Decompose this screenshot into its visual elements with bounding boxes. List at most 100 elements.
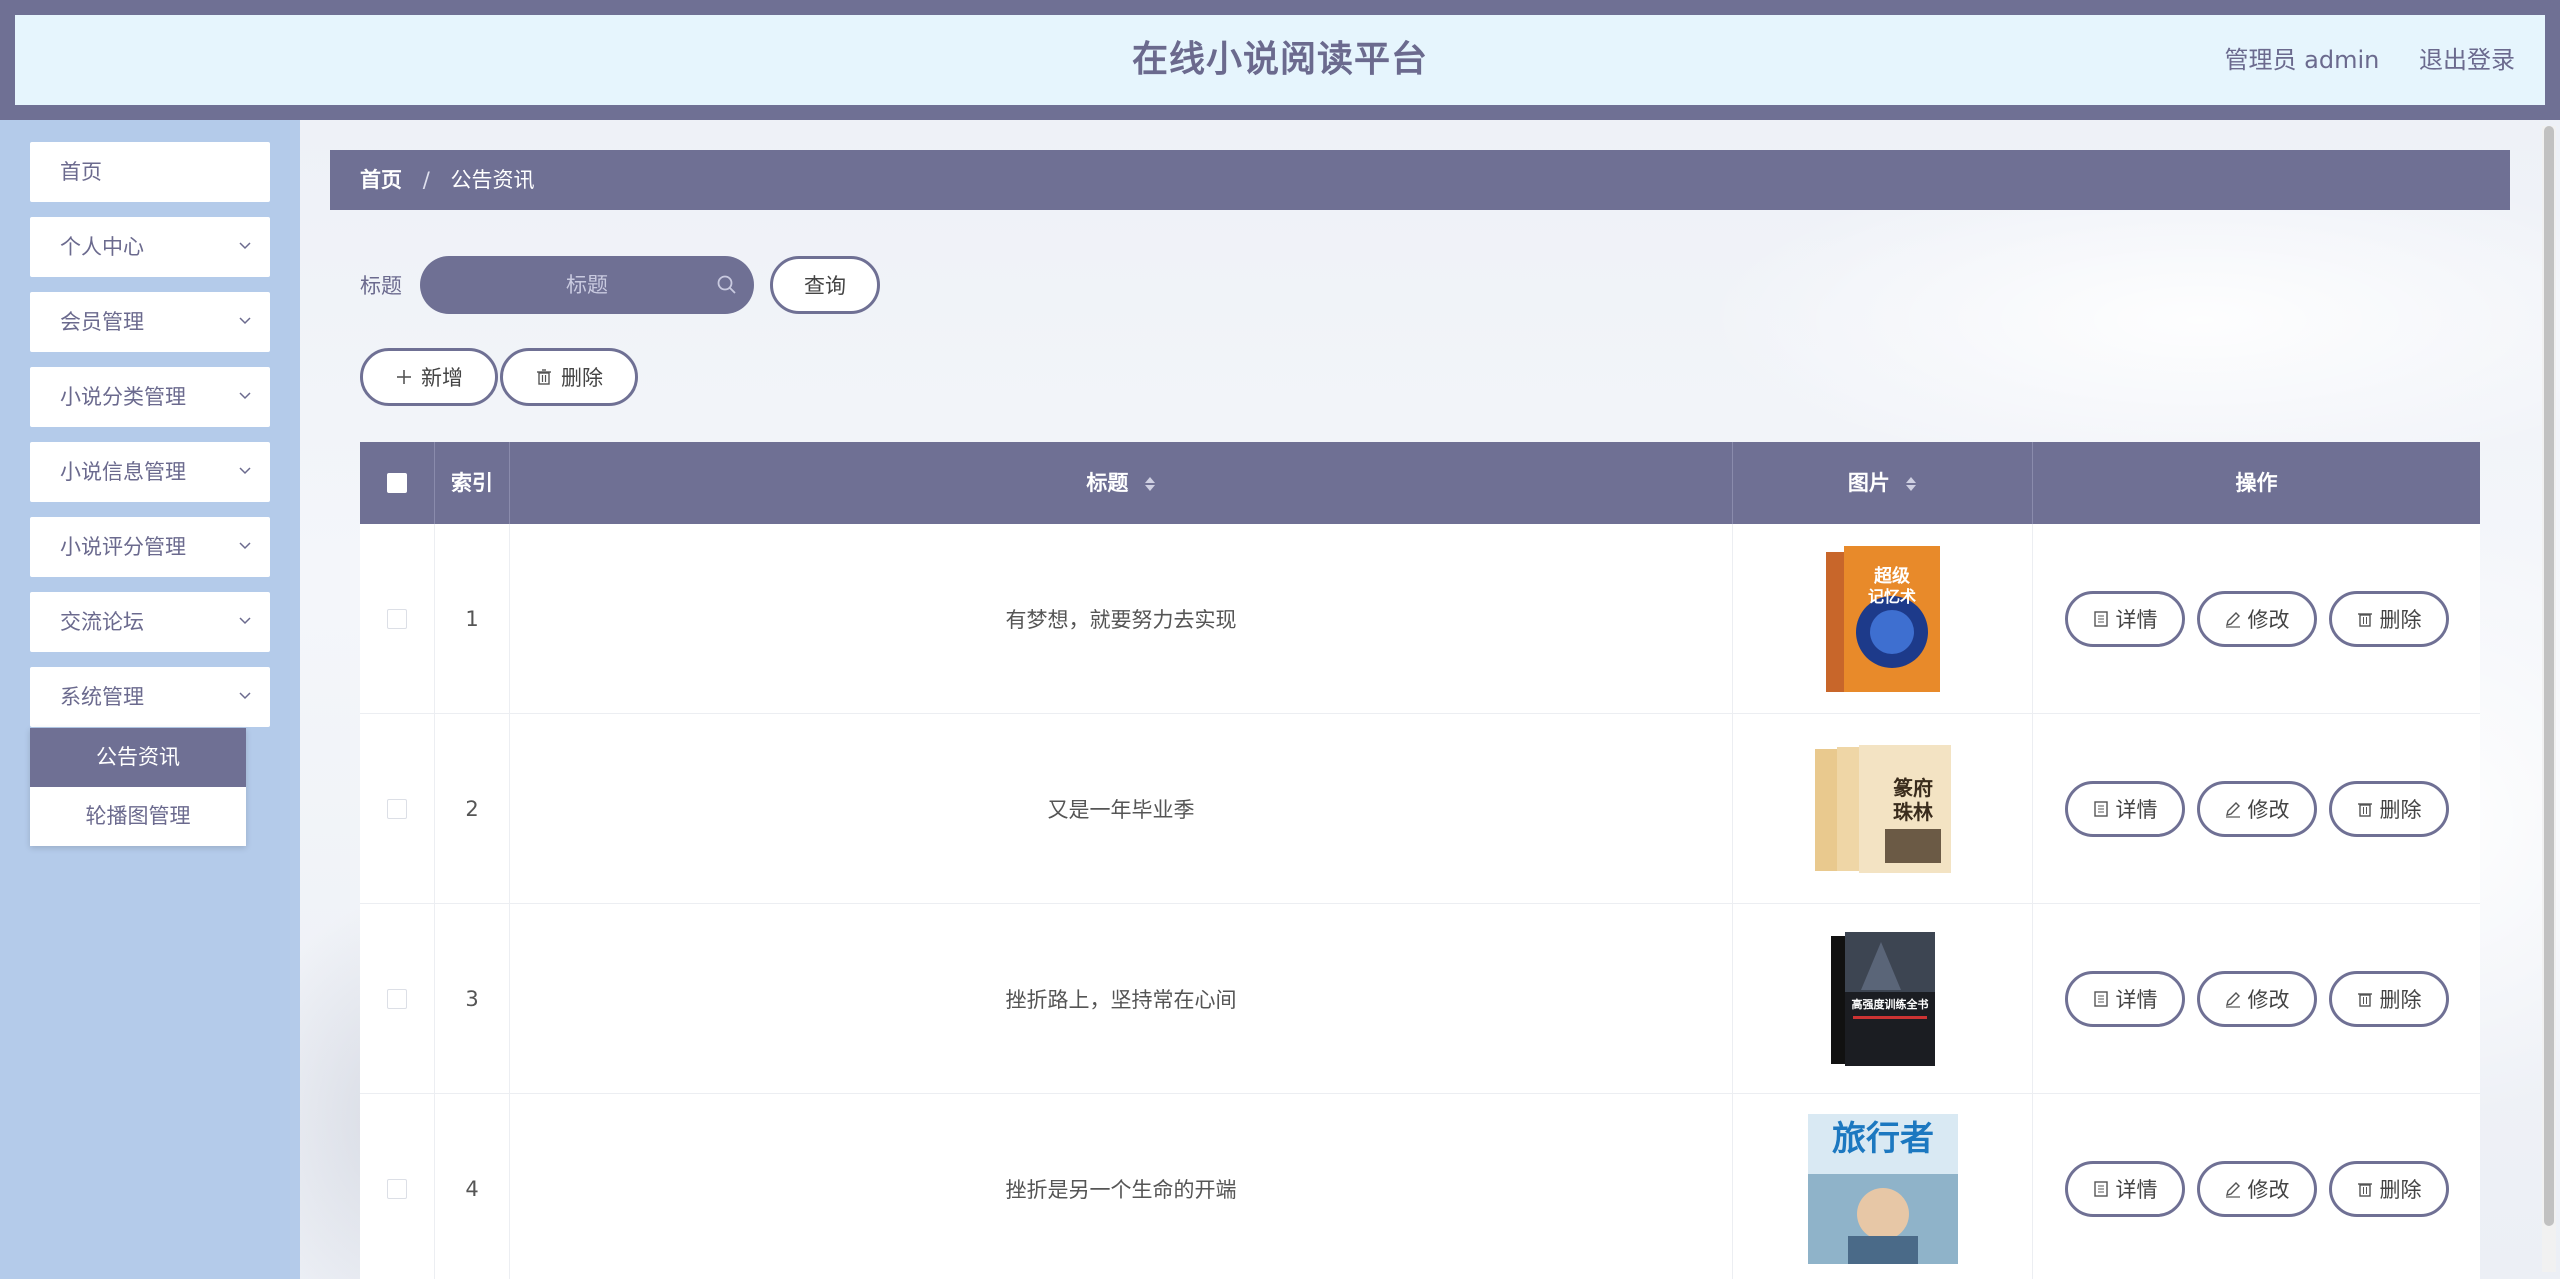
delete-row-button[interactable]: 删除 [2328, 591, 2449, 647]
delete-row-button[interactable]: 删除 [2328, 1161, 2449, 1217]
row-title: 有梦想，就要努力去实现 [510, 524, 1733, 714]
submenu-item-announcements[interactable]: 公告资讯 [30, 728, 246, 787]
trash-icon [2357, 993, 2372, 1007]
row-checkbox[interactable] [387, 1179, 407, 1199]
user-info: 管理员 admin 退出登录 [2193, 15, 2515, 105]
select-all-cell [360, 442, 435, 524]
delete-row-button-label: 删除 [2379, 1178, 2422, 1202]
svg-text:超级: 超级 [1874, 565, 1911, 587]
trash-icon [537, 369, 551, 385]
chevron-down-icon [239, 542, 251, 550]
detail-button-label: 详情 [2115, 608, 2158, 632]
search-input[interactable] [420, 256, 754, 314]
detail-button[interactable]: 详情 [2064, 971, 2185, 1027]
chevron-down-icon [239, 317, 251, 325]
delete-button[interactable]: 删除 [500, 348, 638, 406]
sidebar-item-system[interactable]: 系统管理 [30, 667, 270, 727]
chevron-down-icon [239, 392, 251, 400]
delete-row-button[interactable]: 删除 [2328, 971, 2449, 1027]
edit-icon [2225, 802, 2240, 818]
edit-button[interactable]: 修改 [2196, 591, 2317, 647]
submenu-item-carousel[interactable]: 轮播图管理 [30, 787, 246, 846]
row-checkbox[interactable] [387, 609, 407, 629]
query-button-label: 查询 [804, 274, 846, 298]
document-icon [2093, 801, 2108, 817]
edit-button-label: 修改 [2247, 1178, 2290, 1202]
scrollbar-thumb[interactable] [2544, 126, 2554, 1226]
delete-button-label: 删除 [561, 366, 603, 390]
sort-icon [1906, 477, 1917, 491]
svg-text:高强度训练全书: 高强度训练全书 [1851, 997, 1928, 1011]
detail-button-label: 详情 [2115, 798, 2158, 822]
book-cover-image: 超级 记忆术 [1825, 546, 1940, 692]
edit-button[interactable]: 修改 [2196, 781, 2317, 837]
table-row: 2 又是一年毕业季 篆府 珠林 详情 修改 删除 [360, 714, 2480, 904]
main-content: 首页 / 公告资讯 标题 查询 新增 删除 索引 标题 图片 [300, 120, 2560, 1279]
row-image-cell: 旅行者 [1733, 1094, 2033, 1279]
sidebar-item-personal-center[interactable]: 个人中心 [30, 217, 270, 277]
row-checkbox[interactable] [387, 989, 407, 1009]
add-button-label: 新增 [421, 366, 463, 390]
detail-button[interactable]: 详情 [2064, 1161, 2185, 1217]
sidebar-item-label: 交流论坛 [60, 610, 144, 634]
row-actions: 详情 修改 删除 [2033, 1094, 2480, 1279]
sidebar-item-home[interactable]: 首页 [30, 142, 270, 202]
svg-text:记忆术: 记忆术 [1867, 587, 1915, 606]
row-index: 3 [435, 904, 510, 1094]
page-scrollbar[interactable] [2542, 126, 2556, 1272]
row-select-cell [360, 714, 435, 904]
query-button[interactable]: 查询 [770, 256, 880, 314]
add-button[interactable]: 新增 [360, 348, 498, 406]
sidebar-item-label: 小说信息管理 [60, 460, 186, 484]
chevron-down-icon [239, 692, 251, 700]
column-header-title-label: 标题 [1086, 471, 1129, 495]
column-header-title[interactable]: 标题 [510, 442, 1733, 524]
row-select-cell [360, 1094, 435, 1279]
edit-icon [2225, 612, 2240, 628]
app-title: 在线小说阅读平台 [1131, 39, 1428, 80]
row-checkbox[interactable] [387, 799, 407, 819]
detail-button[interactable]: 详情 [2064, 781, 2185, 837]
sort-icon [1144, 477, 1155, 491]
breadcrumb-current: 公告资讯 [450, 168, 535, 192]
row-actions: 详情 修改 删除 [2033, 904, 2480, 1094]
column-header-image[interactable]: 图片 [1733, 442, 2033, 524]
search-icon[interactable] [716, 274, 738, 296]
system-submenu: 公告资讯 轮播图管理 [30, 728, 246, 846]
svg-text:篆府: 篆府 [1893, 776, 1933, 800]
row-actions: 详情 修改 删除 [2033, 524, 2480, 714]
column-header-index: 索引 [435, 442, 510, 524]
announcement-table: 索引 标题 图片 操作 1 有梦想，就要努力去实现 超级 记忆术 详情 修改 删… [360, 442, 2480, 1279]
row-title: 挫折路上，坚持常在心间 [510, 904, 1733, 1094]
delete-row-button-label: 删除 [2379, 988, 2422, 1012]
document-icon [2093, 991, 2108, 1007]
detail-button[interactable]: 详情 [2064, 591, 2185, 647]
sidebar-item-novel-rating[interactable]: 小说评分管理 [30, 517, 270, 577]
book-cover-image: 篆府 珠林 [1814, 745, 1951, 873]
trash-icon [2357, 803, 2372, 817]
sidebar-item-novel-info[interactable]: 小说信息管理 [30, 442, 270, 502]
select-all-checkbox[interactable] [387, 473, 407, 493]
sidebar-item-label: 首页 [60, 160, 102, 184]
breadcrumb: 首页 / 公告资讯 [330, 150, 2510, 210]
search-label: 标题 [360, 274, 402, 298]
breadcrumb-home[interactable]: 首页 [360, 168, 402, 192]
row-title: 挫折是另一个生命的开端 [510, 1094, 1733, 1279]
delete-row-button-label: 删除 [2379, 798, 2422, 822]
detail-button-label: 详情 [2115, 988, 2158, 1012]
sidebar-item-forum[interactable]: 交流论坛 [30, 592, 270, 652]
edit-button[interactable]: 修改 [2196, 971, 2317, 1027]
svg-text:珠林: 珠林 [1893, 800, 1933, 824]
top-bar: 在线小说阅读平台 管理员 admin 退出登录 [0, 0, 2560, 120]
row-image-cell: 超级 记忆术 [1733, 524, 2033, 714]
sidebar-item-members[interactable]: 会员管理 [30, 292, 270, 352]
sidebar-item-novel-category[interactable]: 小说分类管理 [30, 367, 270, 427]
logout-link[interactable]: 退出登录 [2419, 46, 2515, 74]
edit-button[interactable]: 修改 [2196, 1161, 2317, 1217]
document-icon [2093, 1181, 2108, 1197]
row-select-cell [360, 904, 435, 1094]
delete-row-button[interactable]: 删除 [2328, 781, 2449, 837]
sidebar-item-label: 会员管理 [60, 310, 144, 334]
edit-icon [2225, 1182, 2240, 1198]
chevron-down-icon [239, 617, 251, 625]
